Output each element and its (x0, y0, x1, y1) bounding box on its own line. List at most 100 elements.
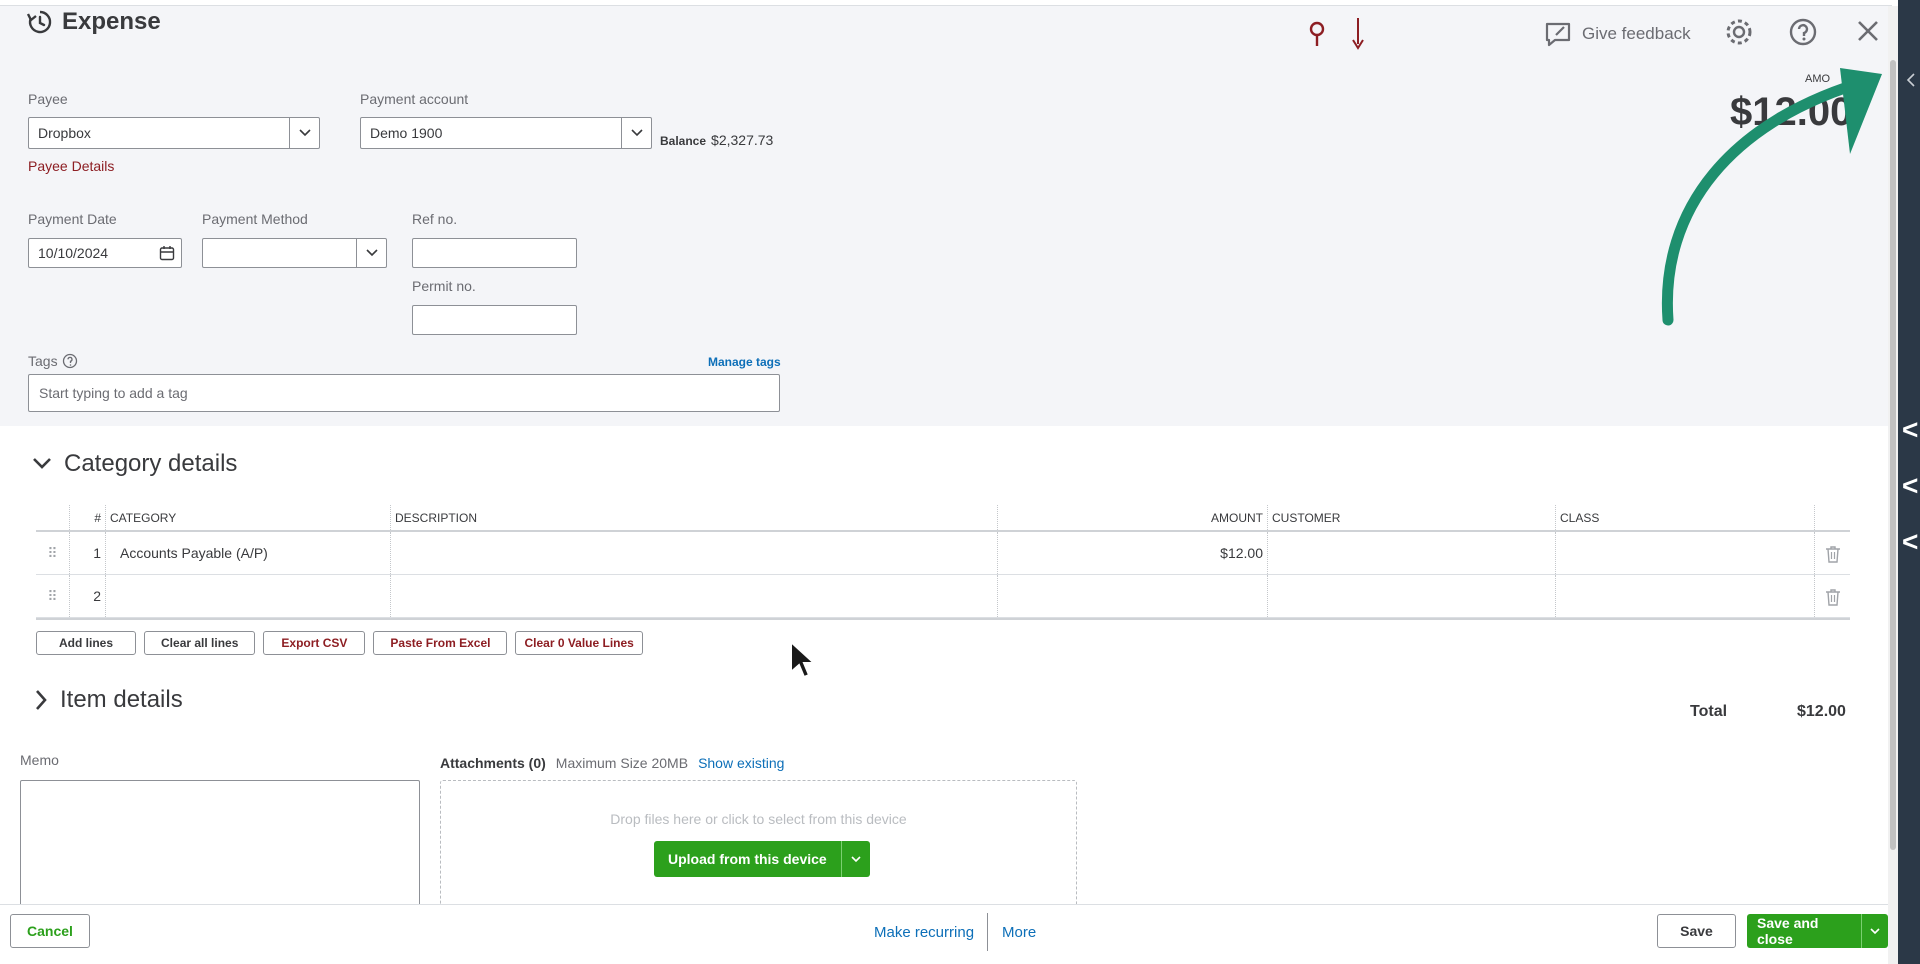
scrollbar-thumb[interactable] (1890, 60, 1896, 850)
permit-no-label: Permit no. (412, 278, 476, 294)
payment-account-value: Demo 1900 (370, 125, 443, 141)
trash-icon[interactable] (1815, 532, 1850, 574)
close-icon[interactable] (1856, 19, 1880, 43)
row-class[interactable] (1556, 532, 1815, 574)
balance: Balance $2,327.73 (660, 132, 773, 148)
help-icon[interactable] (1788, 17, 1818, 47)
payment-method-select[interactable] (202, 238, 387, 268)
row-category[interactable] (106, 575, 391, 617)
header-class: CLASS (1556, 505, 1815, 530)
attachments-dropzone[interactable]: Drop files here or click to select from … (440, 780, 1077, 910)
gear-icon[interactable] (1724, 17, 1754, 47)
header-category: CATEGORY (106, 505, 391, 530)
chevron-left-icon[interactable]: < (1902, 414, 1918, 446)
payment-date-value: 10/10/2024 (38, 245, 109, 261)
history-icon[interactable] (26, 8, 54, 36)
feedback-icon (1545, 22, 1571, 47)
footer-divider (987, 913, 988, 951)
export-csv-button[interactable]: Export CSV (263, 631, 366, 655)
mouse-cursor-icon (790, 640, 816, 679)
chevron-down-icon (356, 239, 386, 267)
upload-dropdown-button[interactable] (842, 841, 870, 877)
payment-method-label: Payment Method (202, 211, 308, 227)
attachments-label: Attachments (0) (440, 755, 546, 771)
save-button[interactable]: Save (1657, 914, 1736, 948)
balance-value: $2,327.73 (711, 132, 774, 148)
page-title: Expense (26, 8, 161, 36)
total-label: Total (1690, 703, 1728, 720)
chevron-down-icon (621, 118, 651, 148)
header-drag (36, 505, 70, 530)
chevron-left-icon[interactable] (1906, 72, 1916, 88)
upload-button[interactable]: Upload from this device (654, 841, 842, 877)
table-row[interactable]: ⠿ 1 Accounts Payable (A/P) $12.00 (36, 532, 1850, 575)
row-category[interactable]: Accounts Payable (A/P) (106, 532, 391, 574)
memo-textarea[interactable] (20, 780, 420, 910)
thermometer-icon[interactable] (1350, 16, 1366, 50)
make-recurring-link[interactable]: Make recurring (874, 924, 974, 941)
help-icon[interactable] (62, 353, 78, 369)
trash-icon[interactable] (1815, 575, 1850, 617)
clear-zero-value-lines-button[interactable]: Clear 0 Value Lines (515, 631, 643, 655)
row-customer[interactable] (1268, 532, 1556, 574)
paste-from-excel-button[interactable]: Paste From Excel (373, 631, 508, 655)
chevron-down-icon (289, 118, 319, 148)
footer-bar: Cancel Make recurring More Save Save and… (0, 904, 1888, 964)
row-description[interactable] (391, 575, 998, 617)
table-row[interactable]: ⠿ 2 (36, 575, 1850, 618)
row-amount[interactable] (998, 575, 1268, 617)
calendar-icon[interactable] (159, 245, 175, 261)
upload-button-group: Upload from this device (654, 841, 870, 877)
ref-no-input[interactable] (412, 238, 577, 268)
save-and-close-button[interactable]: Save and close (1747, 914, 1862, 948)
category-details-toggle[interactable]: Category details (32, 450, 237, 478)
payment-account-select[interactable]: Demo 1900 (360, 117, 652, 149)
clear-all-lines-button[interactable]: Clear all lines (144, 631, 256, 655)
category-table: # CATEGORY DESCRIPTION AMOUNT CUSTOMER C… (36, 505, 1850, 620)
row-num: 2 (70, 575, 106, 617)
category-details-title: Category details (64, 450, 238, 477)
save-dropdown-button[interactable] (1862, 914, 1888, 948)
balance-label: Balance (660, 134, 707, 148)
payment-date-input[interactable]: 10/10/2024 (28, 238, 182, 268)
header-num: # (70, 505, 106, 530)
annotation-arrow (1661, 68, 1882, 326)
total-value: $12.00 (1797, 703, 1846, 720)
chevron-left-icon[interactable]: < (1902, 526, 1918, 558)
item-details-toggle[interactable]: Item details (34, 686, 183, 714)
show-existing-link[interactable]: Show existing (698, 755, 784, 771)
memo-label: Memo (20, 752, 59, 768)
tags-input[interactable]: Start typing to add a tag (28, 374, 780, 412)
drag-handle-icon[interactable]: ⠿ (36, 532, 70, 574)
line-buttons: Add lines Clear all lines Export CSV Pas… (36, 631, 643, 655)
title-text: Expense (62, 8, 161, 35)
payee-label: Payee (28, 91, 68, 107)
manage-tags-link[interactable]: Manage tags (708, 355, 781, 369)
row-customer[interactable] (1268, 575, 1556, 617)
header-description: DESCRIPTION (391, 505, 998, 530)
pin-icon[interactable] (1307, 20, 1327, 48)
row-class[interactable] (1556, 575, 1815, 617)
permit-no-input[interactable] (412, 305, 577, 335)
tags-label-group: Tags (28, 353, 78, 369)
more-link[interactable]: More (1002, 924, 1036, 941)
row-description[interactable] (391, 532, 998, 574)
payee-details-link[interactable]: Payee Details (28, 158, 114, 174)
give-feedback-button[interactable]: Give feedback (1544, 20, 1691, 48)
cancel-button[interactable]: Cancel (10, 914, 90, 948)
ref-no-label: Ref no. (412, 211, 458, 227)
chevron-down-icon (851, 855, 861, 862)
drop-text: Drop files here or click to select from … (610, 811, 907, 827)
header-customer: CUSTOMER (1268, 505, 1556, 530)
row-num: 1 (70, 532, 106, 574)
tags-placeholder: Start typing to add a tag (39, 385, 188, 401)
row-amount[interactable]: $12.00 (998, 532, 1268, 574)
chevron-left-icon[interactable]: < (1902, 470, 1918, 502)
header-delete (1815, 505, 1850, 530)
add-lines-button[interactable]: Add lines (36, 631, 137, 655)
payment-account-label: Payment account (360, 91, 469, 107)
table-header: # CATEGORY DESCRIPTION AMOUNT CUSTOMER C… (36, 505, 1850, 532)
payee-select[interactable]: Dropbox (28, 117, 320, 149)
drag-handle-icon[interactable]: ⠿ (36, 575, 70, 617)
item-details-title: Item details (60, 686, 183, 713)
